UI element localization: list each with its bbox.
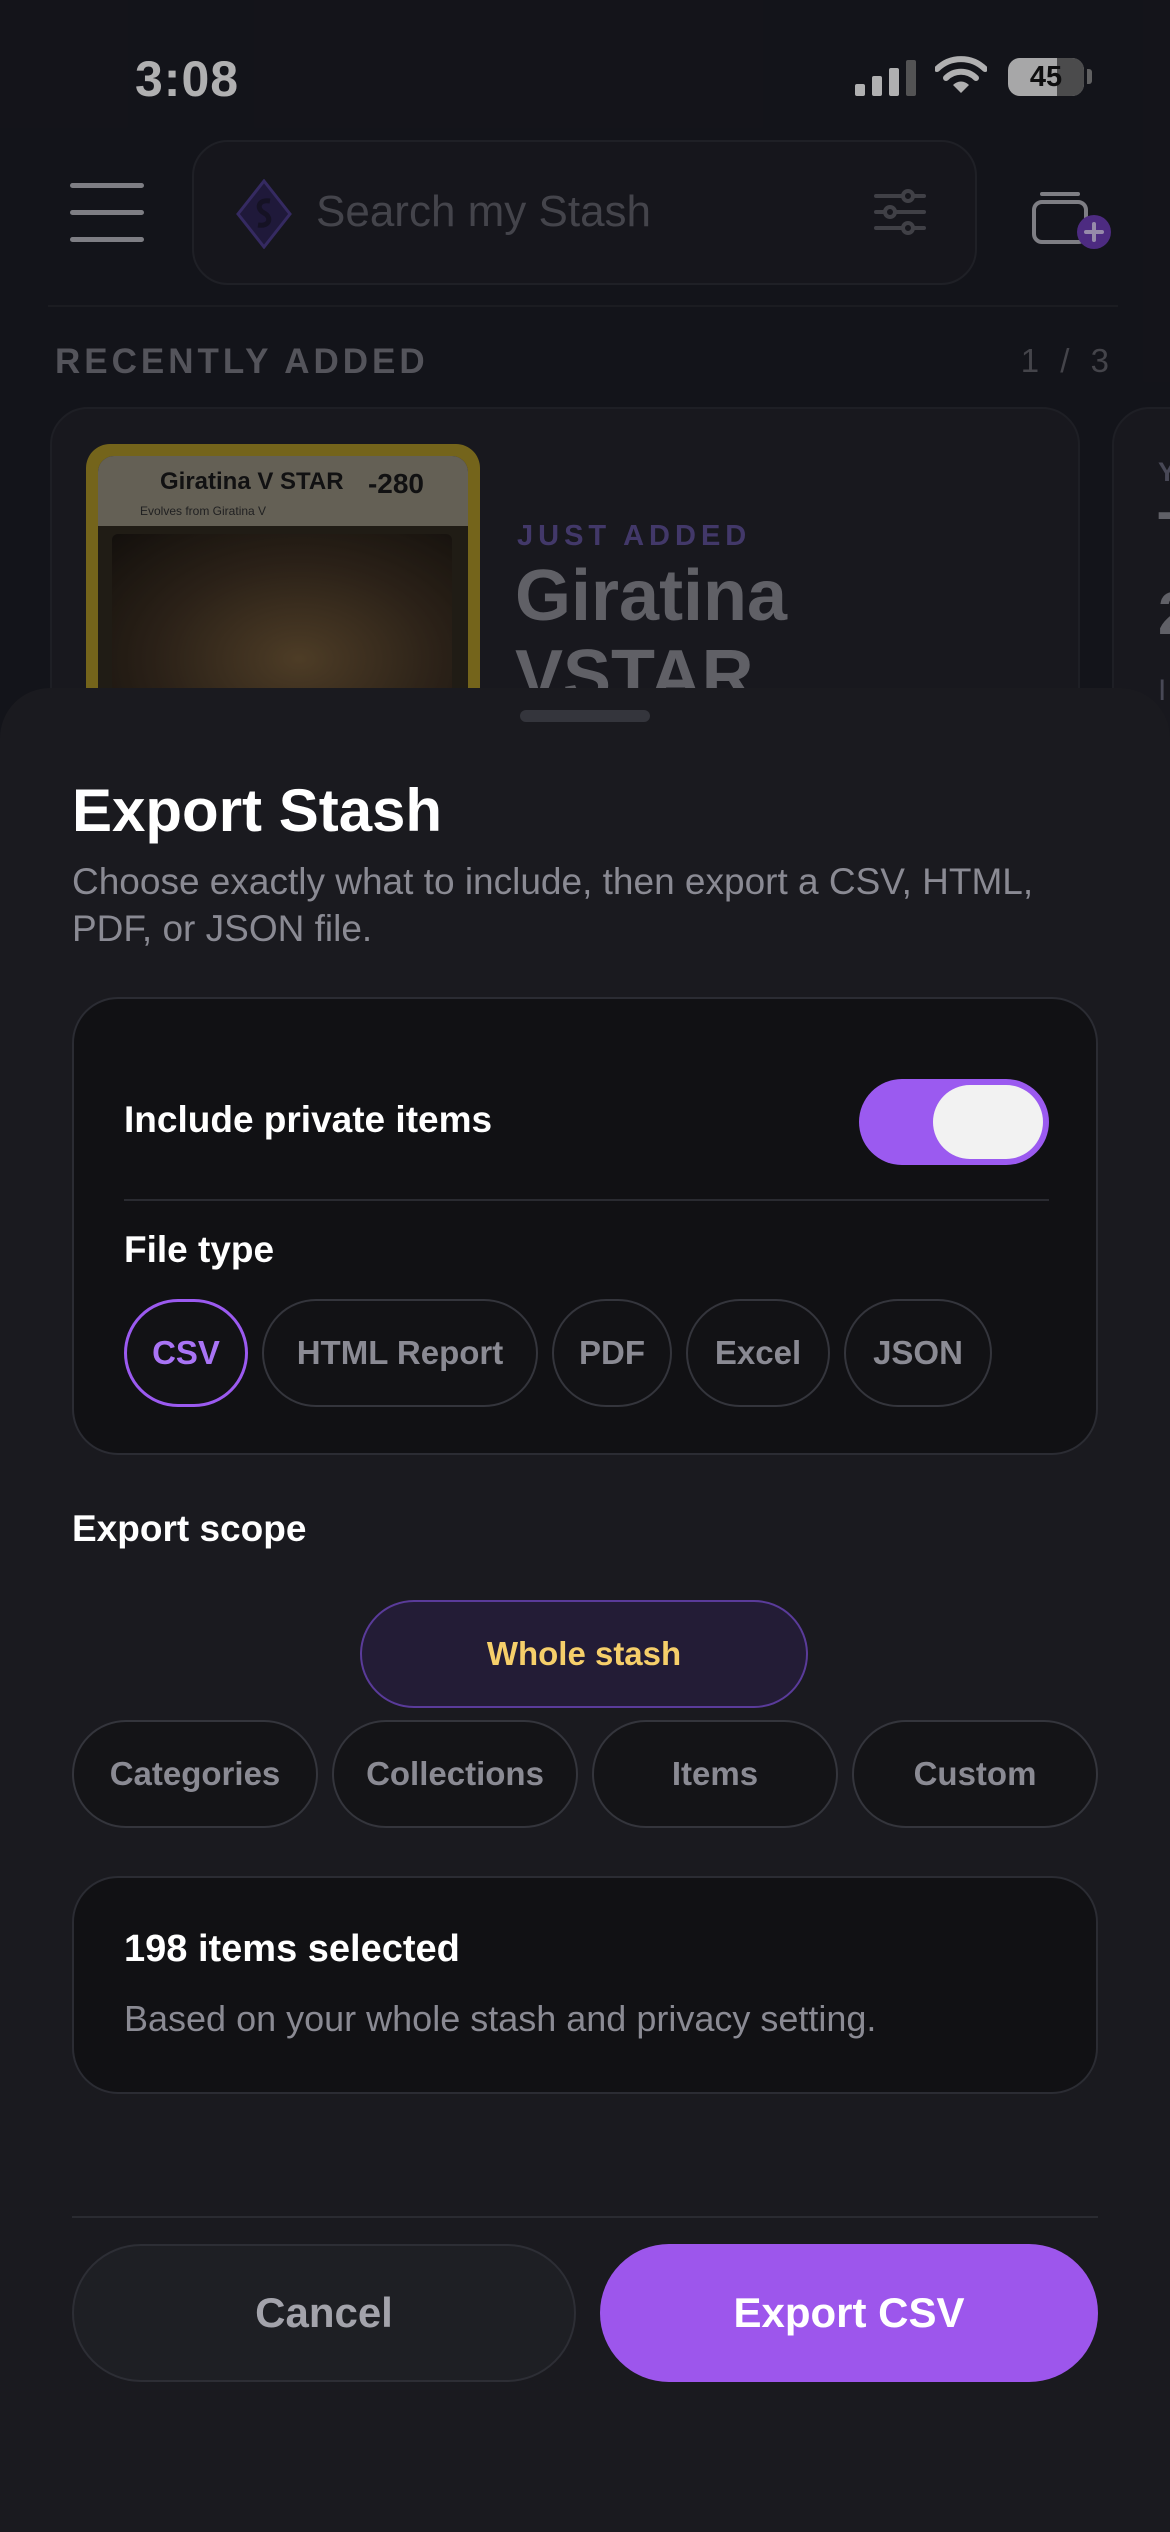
include-private-toggle[interactable] [859,1079,1049,1165]
selected-count: 198 items selected [124,1928,460,1970]
modal-overlay[interactable] [0,0,1170,760]
sheet-subtitle: Choose exactly what to include, then exp… [72,861,1034,949]
include-private-label: Include private items [124,1099,493,1140]
scope-collections[interactable]: Collections [332,1720,578,1828]
cancel-button[interactable]: Cancel [72,2244,576,2382]
options-divider [124,1199,1049,1201]
selection-note: Based on your whole stash and privacy se… [124,1998,877,2039]
selection-summary-card: 198 items selected Based on your whole s… [72,1876,1098,2094]
toggle-knob [933,1085,1043,1159]
export-sheet: Export Stash Choose exactly what to incl… [0,688,1170,2532]
file-type-html[interactable]: HTML Report [262,1299,538,1407]
scope-categories[interactable]: Categories [72,1720,318,1828]
file-type-label: File type [124,1229,275,1270]
file-type-pdf[interactable]: PDF [552,1299,672,1407]
scope-items[interactable]: Items [592,1720,838,1828]
export-options-card: Include private items File type CSV HTML… [72,997,1098,1455]
export-button[interactable]: Export CSV [600,2244,1098,2382]
file-type-json[interactable]: JSON [844,1299,992,1407]
sheet-grabber[interactable] [520,710,650,722]
sheet-title: Export Stash [72,777,443,844]
background-screen: 3:08 45 Search my Stash RECENTLY ADDED 1… [0,0,1170,760]
file-type-excel[interactable]: Excel [686,1299,830,1407]
footer-divider [72,2216,1098,2218]
export-scope-label: Export scope [72,1508,307,1549]
scope-whole-stash[interactable]: Whole stash [360,1600,808,1708]
scope-custom[interactable]: Custom [852,1720,1098,1828]
file-type-csv[interactable]: CSV [124,1299,248,1407]
